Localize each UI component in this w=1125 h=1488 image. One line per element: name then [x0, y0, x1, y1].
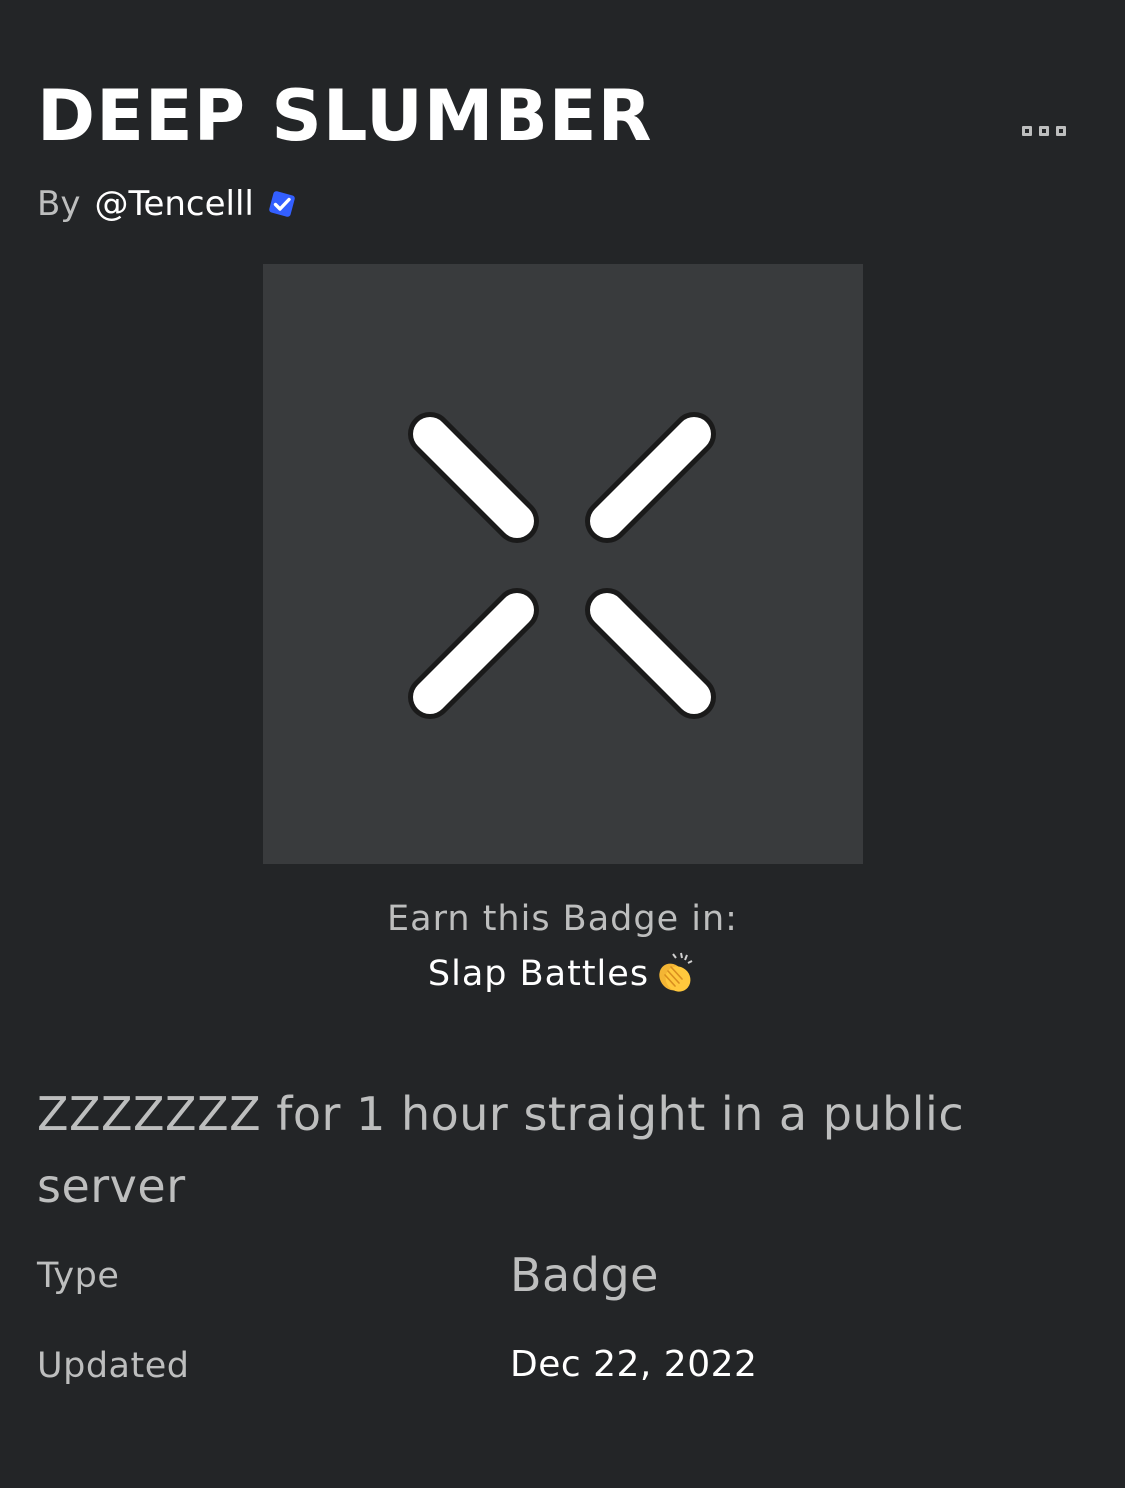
creator-byline: By @Tencelll [37, 182, 300, 226]
sleeping-eyes-icon [408, 412, 716, 719]
badge-description: ZZZZZZZ for 1 hour straight in a public … [37, 1087, 965, 1213]
updated-value: Dec 22, 2022 [510, 1344, 758, 1385]
verified-badge-icon [269, 191, 295, 217]
more-options-icon [1022, 126, 1066, 136]
more-dot [1056, 126, 1066, 136]
badge-title: DEEP SLUMBER [37, 75, 653, 157]
type-value: Badge [510, 1248, 659, 1302]
game-link[interactable]: Slap Battles [0, 950, 1125, 998]
badge-image [263, 264, 863, 864]
updated-label: Updated [37, 1346, 190, 1386]
earn-label: Earn this Badge in: [387, 899, 738, 939]
clapping-hands-icon [659, 952, 693, 992]
game-name: Slap Battles [427, 954, 650, 994]
type-label: Type [37, 1256, 120, 1296]
more-options-button[interactable] [1010, 116, 1078, 146]
creator-link[interactable]: @Tencelll [94, 182, 253, 226]
more-dot [1022, 126, 1032, 136]
by-label: By [37, 184, 81, 224]
more-dot [1039, 126, 1049, 136]
